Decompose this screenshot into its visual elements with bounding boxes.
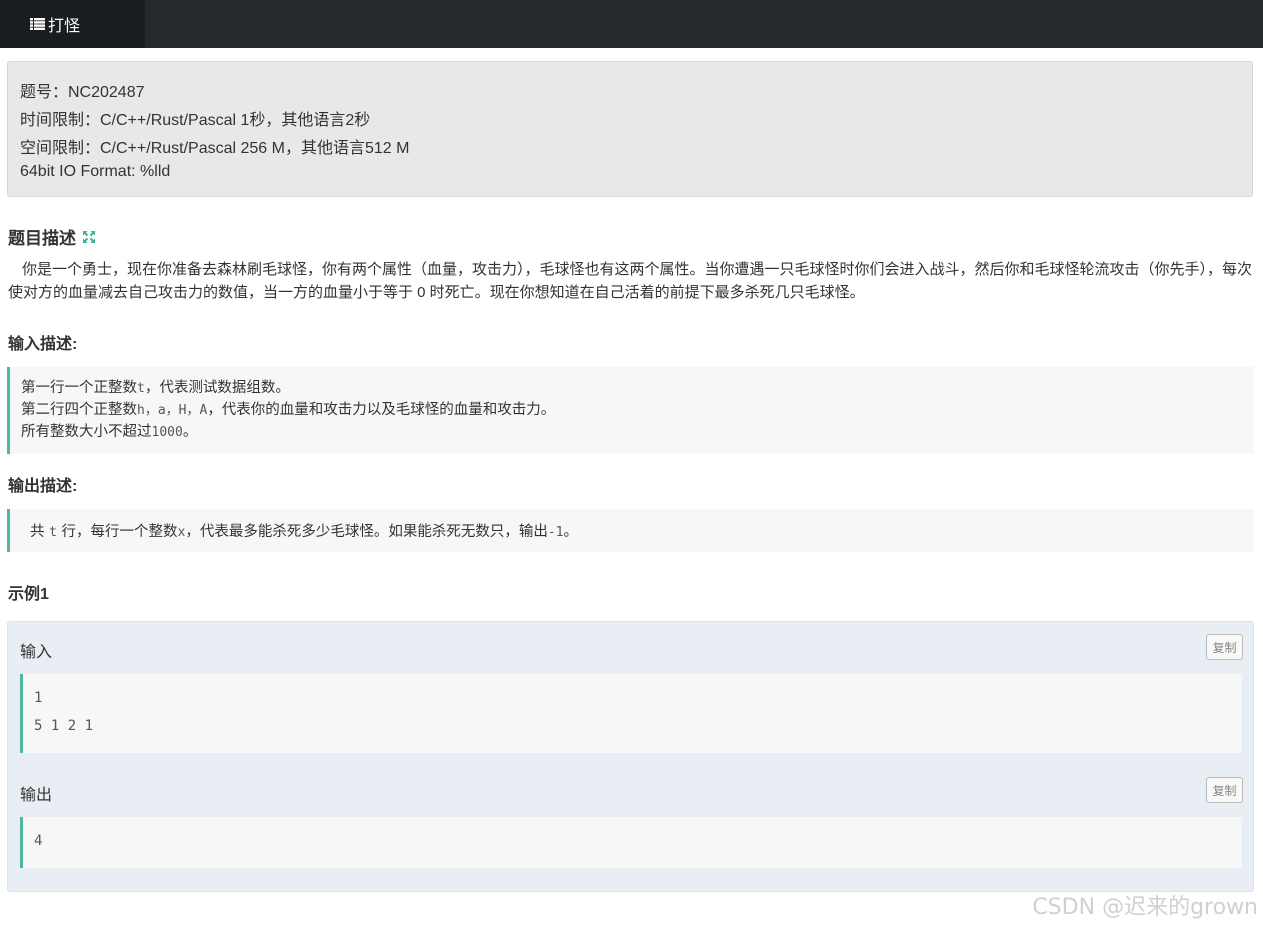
io-format: 64bit IO Format: %lld: [20, 163, 171, 180]
example-panel: 输入 复制 1 5 1 2 1 输出 复制 4: [7, 621, 1254, 892]
example-input-code[interactable]: 1 5 1 2 1: [20, 674, 1242, 753]
input-description-title: 输入描述:: [8, 336, 78, 353]
description-text: 你是一个勇士，现在你准备去森林刷毛球怪，你有两个属性（血量，攻击力），毛球怪也有…: [8, 261, 1253, 301]
input-code-line-2: 5 1 2 1: [34, 718, 94, 734]
example-input-label: 输入: [20, 644, 53, 661]
tab-problem[interactable]: 打怪: [0, 0, 145, 48]
memory-limit: 空间限制：C/C++/Rust/Pascal 256 M，其他语言512 M: [20, 140, 410, 157]
top-nav-bar: 打怪: [0, 0, 1263, 48]
problem-id: 题号：NC202487: [20, 84, 145, 101]
list-icon: [30, 18, 45, 30]
input-line-2: 第二行四个正整数h，a，H，A，代表你的血量和攻击力以及毛球怪的血量和攻击力。: [21, 402, 556, 418]
output-line: 共 t 行，每行一个整数x，代表最多能杀死多少毛球怪。如果能杀死无数只，输出-1…: [30, 524, 579, 540]
output-description-title: 输出描述:: [8, 478, 78, 495]
expand-icon[interactable]: [82, 230, 96, 244]
problem-info-panel: 题号：NC202487 时间限制：C/C++/Rust/Pascal 1秒，其他…: [7, 61, 1253, 197]
input-description-block: 第一行一个正整数t，代表测试数据组数。 第二行四个正整数h，a，H，A，代表你的…: [7, 367, 1254, 454]
example-output-code[interactable]: 4: [20, 817, 1242, 868]
copy-input-button[interactable]: 复制: [1206, 634, 1243, 660]
watermark: CSDN @迟来的grown: [1032, 895, 1258, 920]
input-code-line-1: 1: [34, 690, 43, 706]
tab-label: 打怪: [48, 18, 81, 35]
example-output-label: 输出: [20, 787, 53, 804]
output-code-line-1: 4: [34, 833, 43, 849]
example-title: 示例1: [8, 586, 49, 603]
input-line-1: 第一行一个正整数t，代表测试数据组数。: [21, 380, 290, 396]
input-line-3: 所有整数大小不超过1000。: [21, 424, 198, 440]
description-heading: 题目描述: [8, 224, 96, 249]
copy-output-button[interactable]: 复制: [1206, 777, 1243, 803]
description-title: 题目描述: [8, 229, 76, 248]
output-description-block: 共 t 行，每行一个整数x，代表最多能杀死多少毛球怪。如果能杀死无数只，输出-1…: [7, 509, 1254, 552]
time-limit: 时间限制：C/C++/Rust/Pascal 1秒，其他语言2秒: [20, 112, 371, 129]
